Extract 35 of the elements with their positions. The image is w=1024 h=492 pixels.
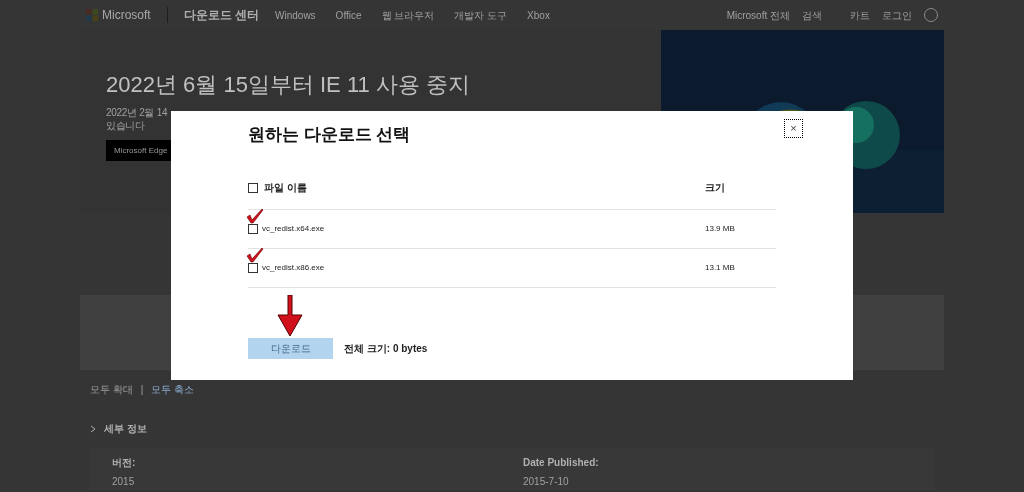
- dialog-title: 원하는 다운로드 선택: [248, 124, 411, 146]
- hero-text: 2022년 2월 14 있습니다: [106, 106, 169, 132]
- details-heading[interactable]: 세부 정보: [104, 421, 147, 436]
- close-button[interactable]: ×: [784, 119, 803, 138]
- header-link[interactable]: 검색: [802, 7, 822, 23]
- chevron-icon[interactable]: [90, 424, 96, 433]
- column-header: 크기: [705, 181, 726, 195]
- file-name: vc_redist.x86.exe: [262, 261, 325, 274]
- separator: |: [140, 383, 144, 397]
- logo-icon: [86, 9, 98, 21]
- checkbox[interactable]: [248, 182, 258, 193]
- file-size: 13.9 MB: [705, 222, 736, 235]
- site-title[interactable]: 다운로드 센터: [183, 6, 260, 24]
- expand-link[interactable]: 모두 축소: [151, 382, 195, 397]
- nav-link[interactable]: 개발자 도구: [454, 7, 508, 23]
- total-size: 전체 크기: 0 bytes: [344, 341, 428, 356]
- nav-link[interactable]: 웹 브라우저: [381, 7, 435, 23]
- field-label: Date Published:: [523, 456, 599, 470]
- field-value: 2015: [112, 475, 135, 489]
- file-size: 13.1 MB: [705, 261, 736, 274]
- header-link[interactable]: 로그인: [882, 7, 912, 23]
- nav-link[interactable]: Xbox: [527, 7, 550, 23]
- nav-link[interactable]: Windows: [275, 7, 316, 23]
- nav-link[interactable]: Office: [335, 7, 362, 23]
- field-value: 2015-7-10: [523, 475, 569, 489]
- header-link[interactable]: Microsoft 전체: [726, 7, 790, 23]
- checkbox[interactable]: [248, 262, 258, 273]
- column-header: 파일 이름: [264, 181, 307, 195]
- hero-title: 2022년 6월 15일부터 IE 11 사용 중지: [106, 74, 471, 96]
- checkbox[interactable]: [248, 223, 258, 234]
- expand-link[interactable]: 모두 확대: [90, 382, 133, 397]
- field-label: 버전:: [112, 456, 136, 470]
- file-name: vc_redist.x64.exe: [262, 222, 325, 235]
- header-link[interactable]: 카트: [850, 7, 870, 23]
- brand-name[interactable]: Microsoft: [102, 6, 151, 24]
